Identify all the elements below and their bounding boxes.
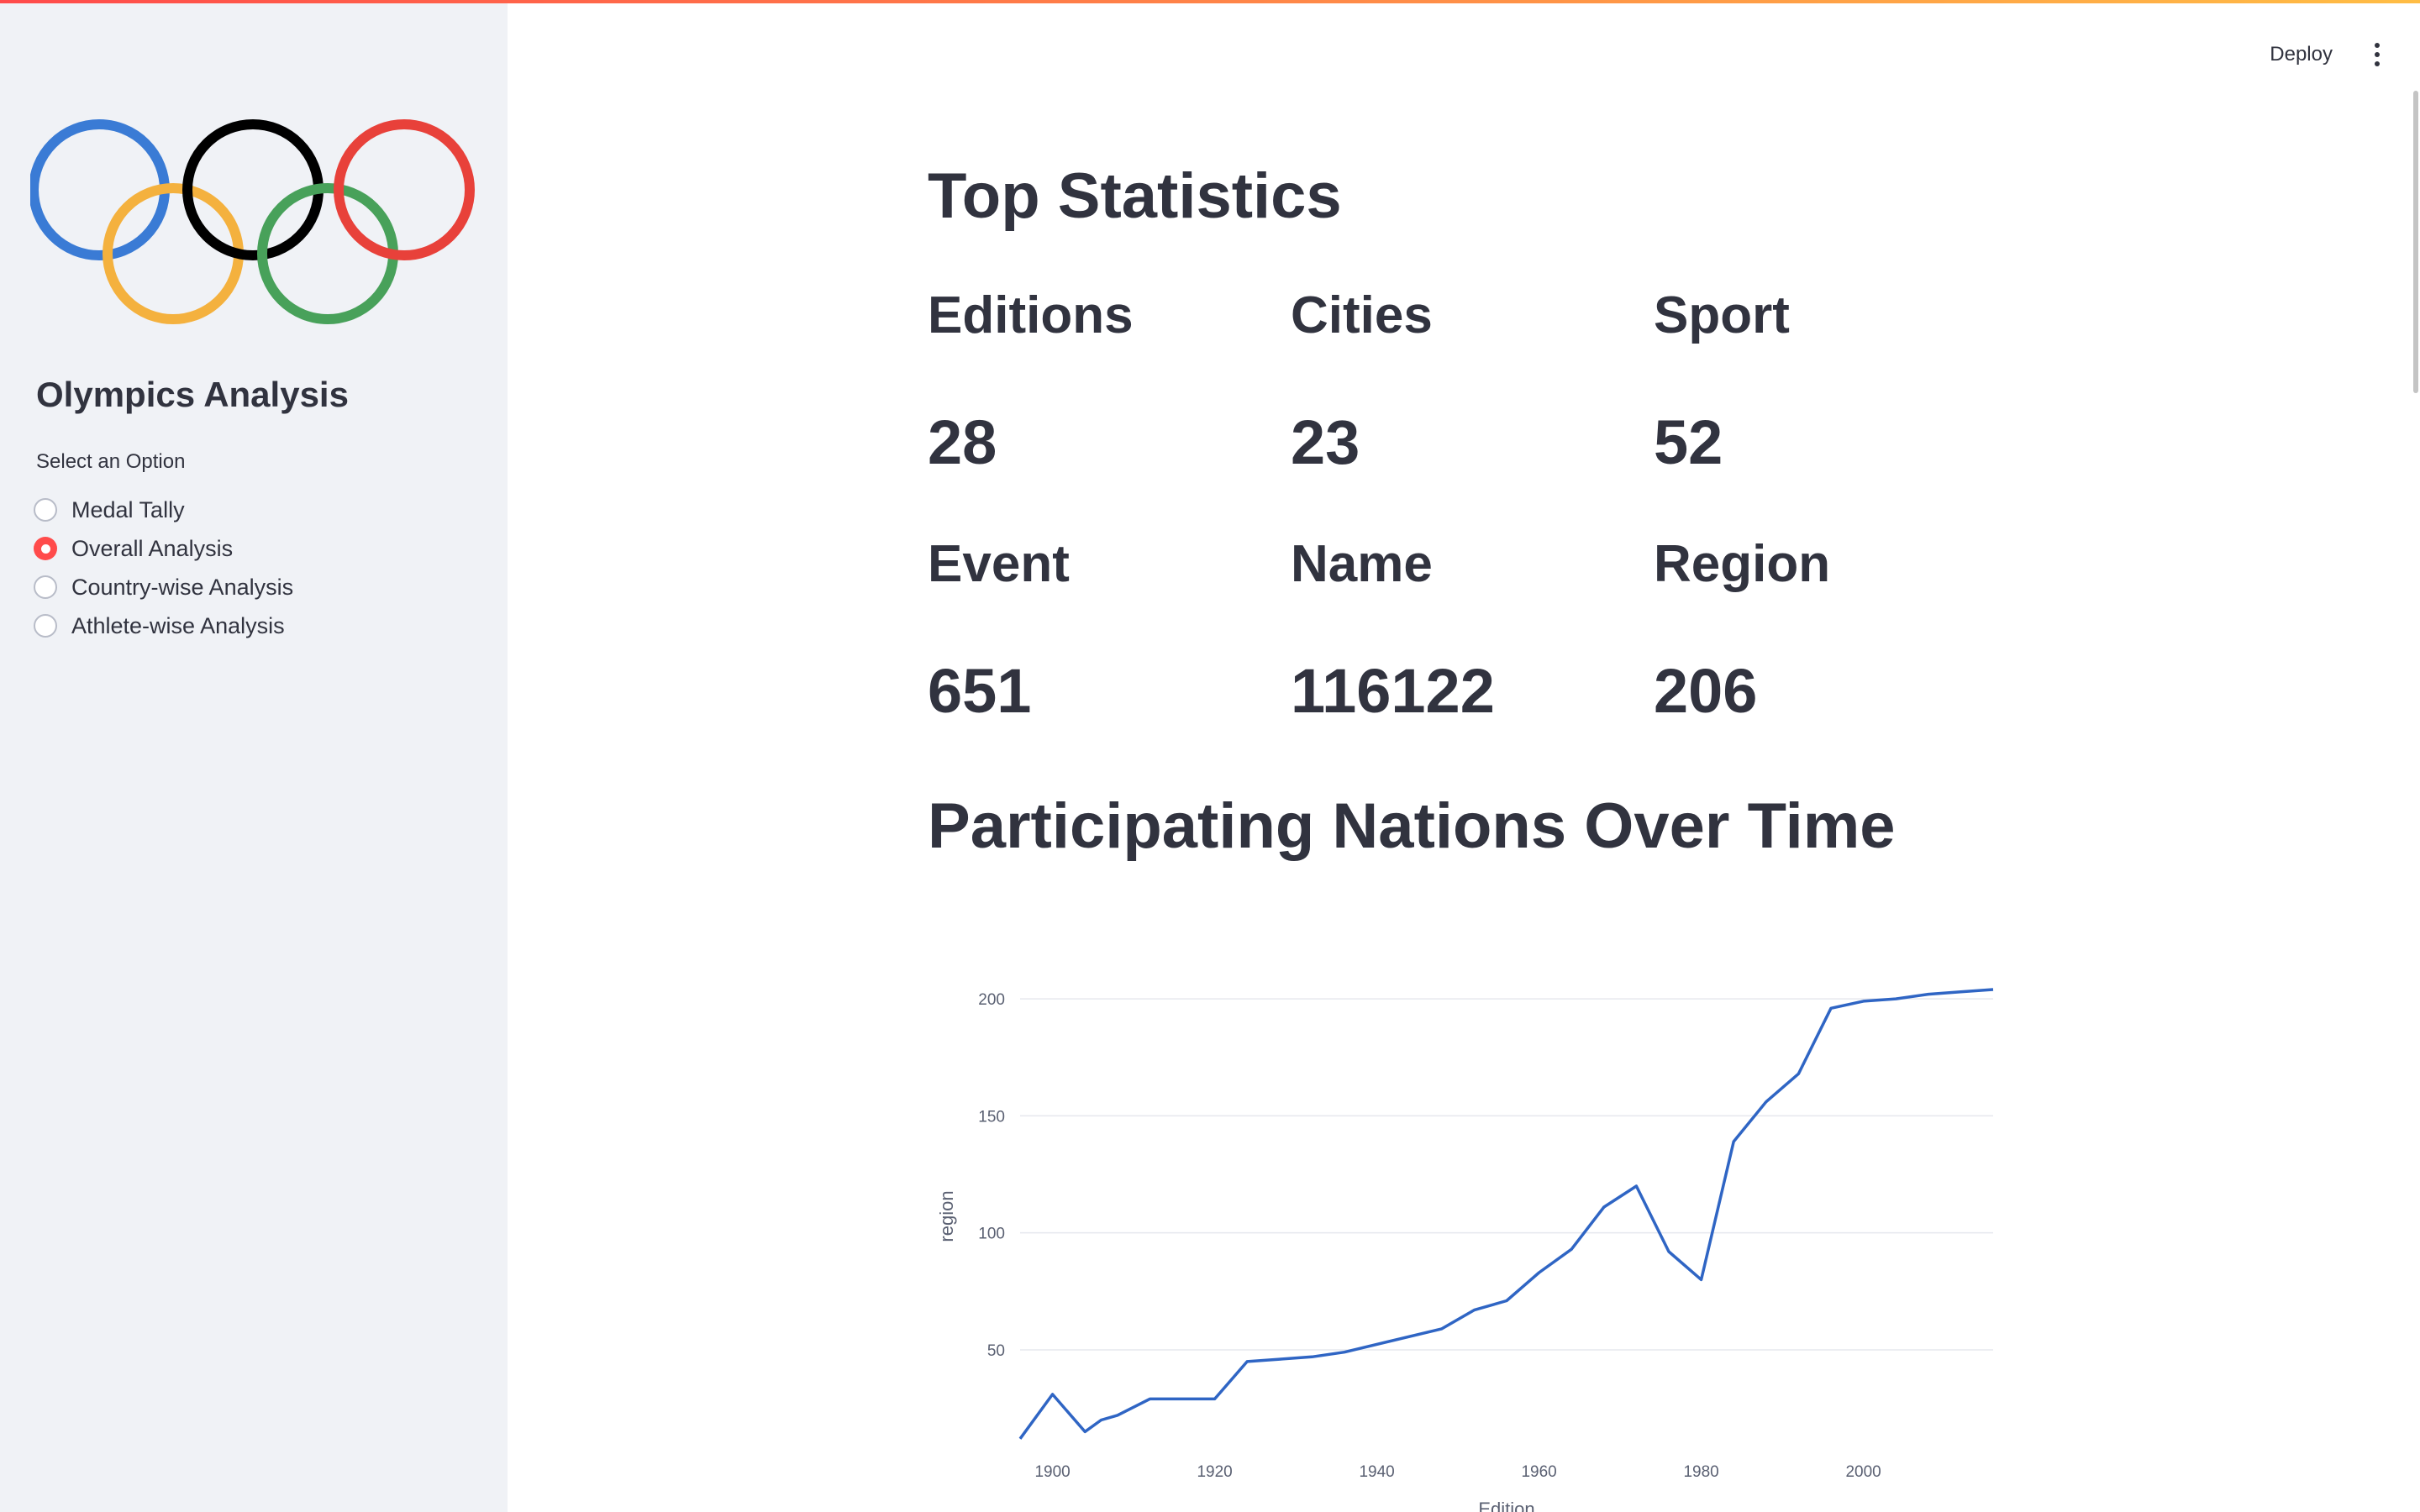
scrollbar-thumb[interactable] (2413, 91, 2418, 393)
y-tick-label: 100 (978, 1226, 1005, 1243)
grid-lines (1020, 998, 1993, 1351)
olympic-rings-logo (30, 119, 475, 324)
x-axis-label: Edition (1478, 1499, 1534, 1512)
kebab-menu-icon[interactable] (2368, 38, 2386, 71)
radio-option-medal-tally[interactable]: Medal Tally (34, 491, 293, 529)
radio-option-label: Athlete-wise Analysis (71, 612, 285, 638)
stat-label-sport: Sport (1654, 286, 1790, 344)
y-tick-label: 150 (978, 1108, 1005, 1126)
x-tick-label: 2000 (1845, 1463, 1881, 1481)
participating-nations-line-chart[interactable]: 50 100 150 200 1900 1920 1940 1960 1980 2000 reg… (928, 949, 2020, 1512)
stat-label-event: Event (928, 535, 1070, 593)
y-tick-label: 50 (987, 1342, 1005, 1360)
radio-button-selected[interactable] (34, 537, 57, 560)
x-tick-label: 1960 (1521, 1463, 1556, 1481)
stat-label-region: Region (1654, 535, 1831, 593)
radio-option-overall-analysis[interactable]: Overall Analysis (34, 529, 293, 568)
radio-option-country-wise-analysis[interactable]: Country-wise Analysis (34, 568, 293, 606)
y-tick-label: 200 (978, 991, 1005, 1009)
stat-label-editions: Editions (928, 286, 1134, 344)
y-axis-ticks: 50 100 150 200 (978, 991, 1005, 1360)
page-title: Top Statistics (928, 160, 1342, 232)
radio-group-label: Select an Option (36, 450, 186, 473)
app-toolbar: Deploy (2253, 34, 2386, 76)
x-axis-ticks: 1900 1920 1940 1960 1980 2000 (1034, 1463, 1881, 1481)
y-axis-label: region (936, 1190, 957, 1242)
top-decoration-bar (0, 0, 2420, 3)
radio-option-athlete-wise-analysis[interactable]: Athlete-wise Analysis (34, 606, 293, 645)
stat-value-region: 206 (1654, 656, 1758, 726)
sidebar: Olympics Analysis Select an Option Medal… (0, 0, 508, 1512)
analysis-radio-group: Medal Tally Overall Analysis Country-wis… (34, 491, 293, 645)
sidebar-title: Olympics Analysis (36, 375, 349, 414)
stat-label-cities: Cities (1291, 286, 1433, 344)
x-tick-label: 1920 (1197, 1463, 1232, 1481)
radio-option-label: Medal Tally (71, 496, 185, 522)
x-tick-label: 1900 (1034, 1463, 1070, 1481)
red-ring (334, 119, 475, 260)
radio-button[interactable] (34, 614, 57, 638)
stat-value-cities: 23 (1291, 407, 1360, 477)
stat-value-editions: 28 (928, 407, 997, 477)
stat-value-event: 651 (928, 656, 1032, 726)
radio-option-label: Country-wise Analysis (71, 574, 294, 600)
stat-value-sport: 52 (1654, 407, 1723, 477)
radio-button[interactable] (34, 498, 57, 522)
radio-option-label: Overall Analysis (71, 535, 234, 561)
scrollbar[interactable] (2413, 91, 2420, 393)
stat-label-name: Name (1291, 535, 1433, 593)
deploy-button[interactable]: Deploy (2253, 36, 2349, 73)
stat-value-name: 116122 (1291, 656, 1495, 726)
series-line-nations (1018, 988, 1994, 1440)
section-title: Participating Nations Over Time (928, 790, 1896, 862)
x-tick-label: 1980 (1683, 1463, 1718, 1481)
radio-button[interactable] (34, 575, 57, 599)
x-tick-label: 1940 (1359, 1463, 1394, 1481)
